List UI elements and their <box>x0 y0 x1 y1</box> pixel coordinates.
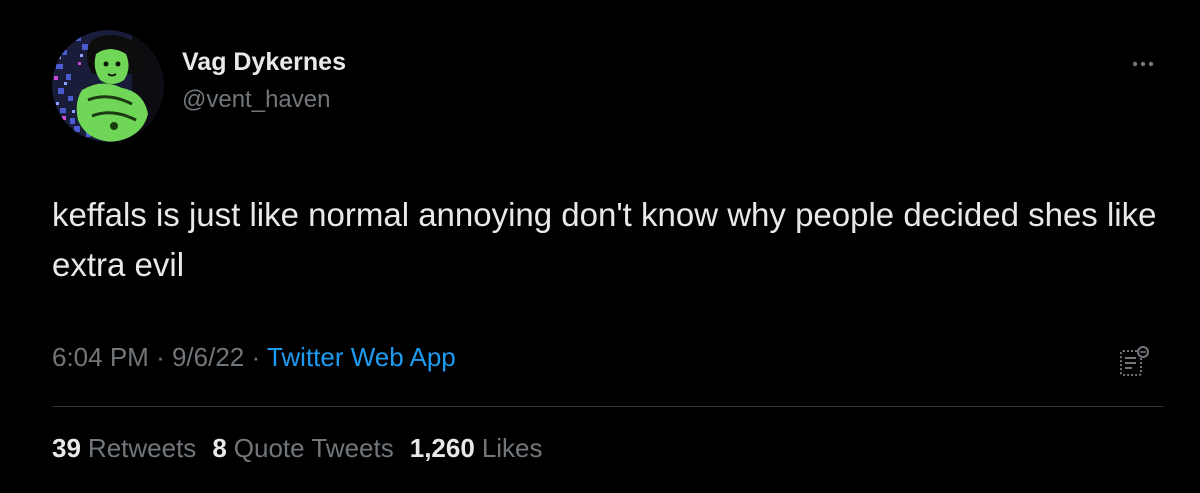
tweet-time[interactable]: 6:04 PM <box>52 342 149 372</box>
more-options-button[interactable] <box>1124 52 1162 76</box>
tweet-date[interactable]: 9/6/22 <box>172 342 244 372</box>
analytics-button[interactable] <box>1118 344 1152 378</box>
tweet-source-link[interactable]: Twitter Web App <box>267 342 456 372</box>
retweets-stat[interactable]: 39 Retweets <box>52 433 196 464</box>
likes-stat[interactable]: 1,260 Likes <box>410 433 543 464</box>
avatar[interactable] <box>52 30 164 142</box>
meta-separator: · <box>156 342 165 372</box>
meta-separator: · <box>251 342 261 372</box>
likes-count: 1,260 <box>409 433 475 463</box>
quote-tweets-label: Quote Tweets <box>233 433 394 463</box>
retweets-count: 39 <box>52 433 81 463</box>
likes-label: Likes <box>481 433 543 463</box>
quote-tweets-stat[interactable]: 8 Quote Tweets <box>212 433 393 464</box>
analytics-icon <box>1120 346 1149 376</box>
divider <box>52 406 1164 407</box>
more-dots-icon <box>1132 61 1154 67</box>
quote-tweets-count: 8 <box>212 433 227 463</box>
engagement-stats: 39 Retweets 8 Quote Tweets 1,260 Likes <box>52 433 543 464</box>
retweets-label: Retweets <box>87 433 197 463</box>
display-name[interactable]: Vag Dykernes <box>182 48 346 77</box>
tweet-text: keffals is just like normal annoying don… <box>52 196 1157 283</box>
tweet-card: Vag Dykernes @vent_haven keffals is just… <box>0 0 1200 493</box>
avatar-image <box>52 30 164 142</box>
tweet-meta: 6:04 PM · 9/6/22 · Twitter Web App <box>52 342 456 373</box>
user-handle[interactable]: @vent_haven <box>182 86 330 114</box>
